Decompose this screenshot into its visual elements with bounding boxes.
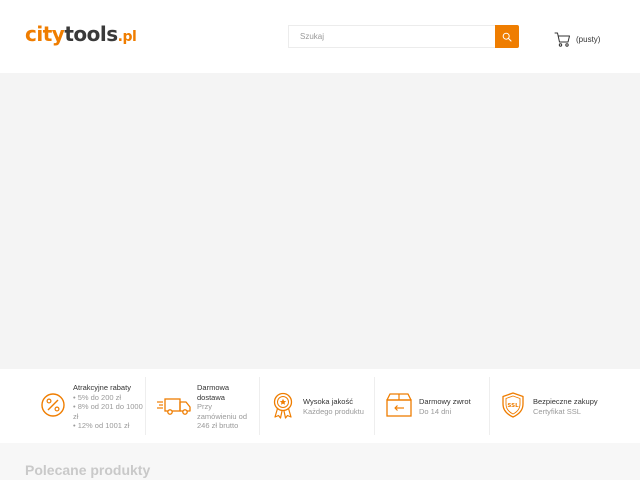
feature-line: • 8% od 201 do 1000: [73, 402, 143, 412]
feature-line: Certyfikat SSL: [533, 406, 581, 416]
hero-banner: [0, 73, 640, 369]
feature-line: zamówieniu od: [197, 411, 248, 421]
cart-label: (pusty): [576, 34, 601, 44]
divider: [145, 377, 146, 435]
divider: [259, 377, 260, 435]
logo-tld: .pl: [117, 29, 137, 45]
feature-line: Każdego produktu: [303, 406, 364, 416]
cart-icon: [554, 32, 570, 47]
logo-tools: tools: [64, 22, 118, 46]
search-input[interactable]: [288, 25, 495, 48]
feature-secure: SSL Bezpieczne zakupy Certyfikat SSL: [499, 377, 598, 435]
divider: [489, 377, 490, 435]
feature-title: Atrakcyjne rabaty: [73, 383, 131, 392]
feature-returns: Darmowy zwrot Do 14 dni: [385, 377, 471, 435]
feature-line: 246 zł brutto: [197, 421, 239, 431]
delivery-truck-icon: [157, 398, 191, 415]
search-button[interactable]: [495, 25, 519, 48]
section-title-recommended: Polecane produkty: [25, 462, 151, 478]
quality-badge-icon: [273, 392, 293, 419]
feature-title: Bezpieczne zakupy: [533, 397, 598, 406]
feature-quality: Wysoka jakość Każdego produktu: [269, 377, 364, 435]
svg-text:SSL: SSL: [507, 403, 519, 409]
logo-city: city: [25, 22, 65, 46]
percent-icon: [41, 393, 65, 417]
feature-line: Przy: [197, 402, 212, 412]
feature-line: zł: [73, 411, 79, 421]
feature-discounts: Atrakcyjne rabaty • 5% do 200 zł • 8% od…: [39, 377, 143, 435]
return-box-icon: [386, 393, 412, 417]
site-header: citytools.pl (pusty): [0, 0, 640, 73]
feature-title: dostawa: [197, 392, 225, 402]
search-icon: [502, 32, 512, 42]
feature-title: Darmowy zwrot: [419, 397, 471, 406]
search-bar: [288, 25, 519, 48]
divider: [374, 377, 375, 435]
feature-line: Do 14 dni: [419, 406, 452, 416]
feature-title: Darmowa: [197, 383, 230, 392]
feature-line: • 12% od 1001 zł: [73, 421, 130, 431]
feature-line: • 5% do 200 zł: [73, 392, 122, 402]
features-bar: Atrakcyjne rabaty • 5% do 200 zł • 8% od…: [0, 369, 640, 443]
feature-delivery: Darmowa dostawa Przy zamówieniu od 246 z…: [156, 377, 247, 435]
ssl-shield-icon: SSL: [502, 392, 524, 418]
feature-title: Wysoka jakość: [303, 397, 353, 406]
site-logo[interactable]: citytools.pl: [25, 22, 137, 48]
cart-button[interactable]: (pusty): [554, 29, 600, 49]
